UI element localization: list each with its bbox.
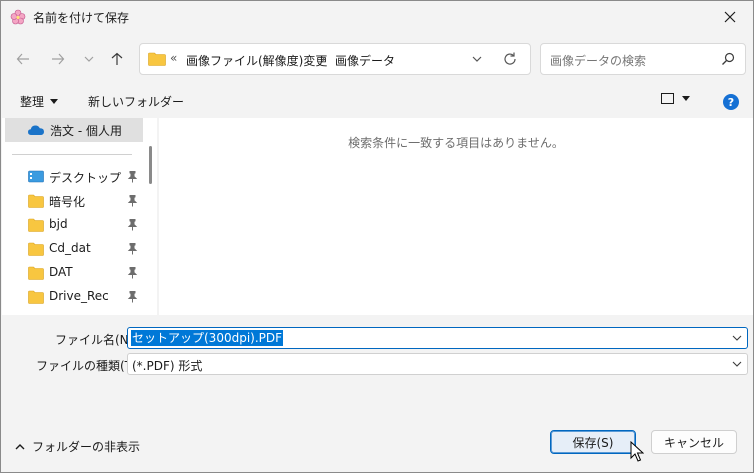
folder-icon	[28, 194, 44, 208]
file-list-pane[interactable]: 検索条件に一致する項目はありません。	[159, 118, 753, 315]
nav-item-folder[interactable]: Drive_Rec	[2, 285, 142, 309]
nav-item-desktop[interactable]: デスクトップ	[2, 165, 142, 189]
nav-item-label: デスクトップ	[49, 171, 122, 185]
pin-icon[interactable]	[127, 267, 138, 279]
nav-item-onedrive[interactable]: 浩文 - 個人用	[5, 118, 143, 142]
view-menu-button[interactable]	[661, 93, 690, 104]
nav-item-label: Cd_dat	[49, 241, 91, 255]
pin-icon[interactable]	[127, 243, 138, 255]
recent-locations-button[interactable]	[77, 47, 101, 71]
nav-item-label: bjd	[49, 217, 68, 231]
flower-app-icon	[10, 9, 26, 25]
chevron-down-icon[interactable]	[470, 52, 484, 66]
folder-icon	[28, 242, 44, 256]
pin-icon[interactable]	[127, 171, 138, 183]
nav-item-folder[interactable]: Cd_dat	[2, 237, 142, 261]
breadcrumb-separator[interactable]: ›	[321, 52, 326, 66]
filetype-value: (*.PDF) 形式	[132, 359, 203, 373]
nav-item-label: DAT	[49, 265, 73, 279]
nav-item-folder[interactable]: bjd	[2, 213, 142, 237]
forward-button[interactable]	[46, 47, 70, 71]
breadcrumb-segment[interactable]: 画像データ	[335, 52, 395, 69]
chevron-down-icon[interactable]	[732, 333, 742, 343]
mouse-cursor-icon	[630, 441, 644, 462]
pin-icon[interactable]	[127, 291, 138, 303]
folder-icon	[148, 52, 166, 66]
hide-folders-label: フォルダーの非表示	[32, 440, 141, 454]
view-layout-icon	[661, 93, 674, 104]
cancel-button[interactable]: キャンセル	[651, 430, 737, 454]
pin-icon[interactable]	[127, 195, 138, 207]
filename-value[interactable]: セットアップ(300dpi).PDF	[131, 330, 284, 346]
hide-folders-toggle[interactable]: フォルダーの非表示	[15, 438, 140, 455]
desktop-icon	[28, 170, 44, 183]
save-button[interactable]: 保存(S)	[550, 430, 636, 454]
window-title: 名前を付けて保存	[33, 11, 130, 25]
help-button[interactable]: ?	[723, 94, 739, 110]
search-placeholder: 画像データの検索	[550, 54, 647, 68]
empty-results-message: 検索条件に一致する項目はありません。	[348, 136, 564, 150]
chevron-up-icon	[15, 443, 25, 449]
arrow-right-icon	[52, 53, 65, 65]
breadcrumb-segment[interactable]: 画像ファイル(解像度)変更	[186, 52, 327, 69]
up-button[interactable]	[105, 47, 129, 71]
nav-item-label: 暗号化	[49, 195, 86, 209]
nav-scrollbar[interactable]	[143, 118, 157, 315]
scrollbar-thumb[interactable]	[149, 146, 152, 184]
caret-down-icon	[682, 95, 690, 101]
title-bar[interactable]: 名前を付けて保存	[1, 1, 753, 33]
arrow-left-icon	[16, 53, 29, 65]
address-overflow[interactable]: «	[170, 51, 177, 65]
refresh-icon[interactable]	[502, 51, 518, 67]
pin-icon[interactable]	[127, 219, 138, 231]
back-button[interactable]	[11, 47, 35, 71]
filetype-select[interactable]: (*.PDF) 形式	[127, 353, 748, 375]
chevron-down-icon	[84, 56, 94, 62]
nav-item-folder[interactable]: DAT	[2, 261, 142, 285]
folder-icon	[28, 266, 44, 280]
search-input[interactable]: 画像データの検索	[540, 43, 746, 75]
close-icon	[724, 11, 736, 23]
nav-item-label: Drive_Rec	[49, 289, 109, 303]
caret-down-icon	[50, 98, 59, 104]
filetype-label: ファイルの種類(T):	[36, 359, 141, 373]
nav-item-label: 浩文 - 個人用	[50, 124, 122, 138]
filename-label: ファイル名(N):	[55, 333, 138, 347]
nav-divider	[12, 154, 132, 155]
chevron-down-icon	[732, 361, 742, 367]
folder-icon	[28, 290, 44, 304]
navigation-pane[interactable]: 浩文 - 個人用 デスクトップ 暗号化 bjd Cd_dat DAT Drive…	[2, 118, 157, 315]
folder-icon	[28, 218, 44, 232]
new-folder-button[interactable]: 新しいフォルダー	[88, 93, 184, 110]
save-as-dialog: 名前を付けて保存 « 画像ファイル(解像度)変更 › 画像データ 画像データの検…	[0, 0, 754, 473]
filename-field[interactable]: セットアップ(300dpi).PDF	[127, 327, 748, 349]
address-bar[interactable]: « 画像ファイル(解像度)変更 › 画像データ	[139, 43, 531, 75]
close-button[interactable]	[707, 1, 753, 33]
onedrive-cloud-icon	[28, 125, 44, 135]
organize-menu-button[interactable]: 整理	[20, 93, 59, 110]
arrow-up-icon	[111, 52, 123, 65]
nav-item-folder[interactable]: 暗号化	[2, 189, 142, 213]
organize-label: 整理	[20, 95, 45, 109]
search-icon	[722, 52, 735, 65]
